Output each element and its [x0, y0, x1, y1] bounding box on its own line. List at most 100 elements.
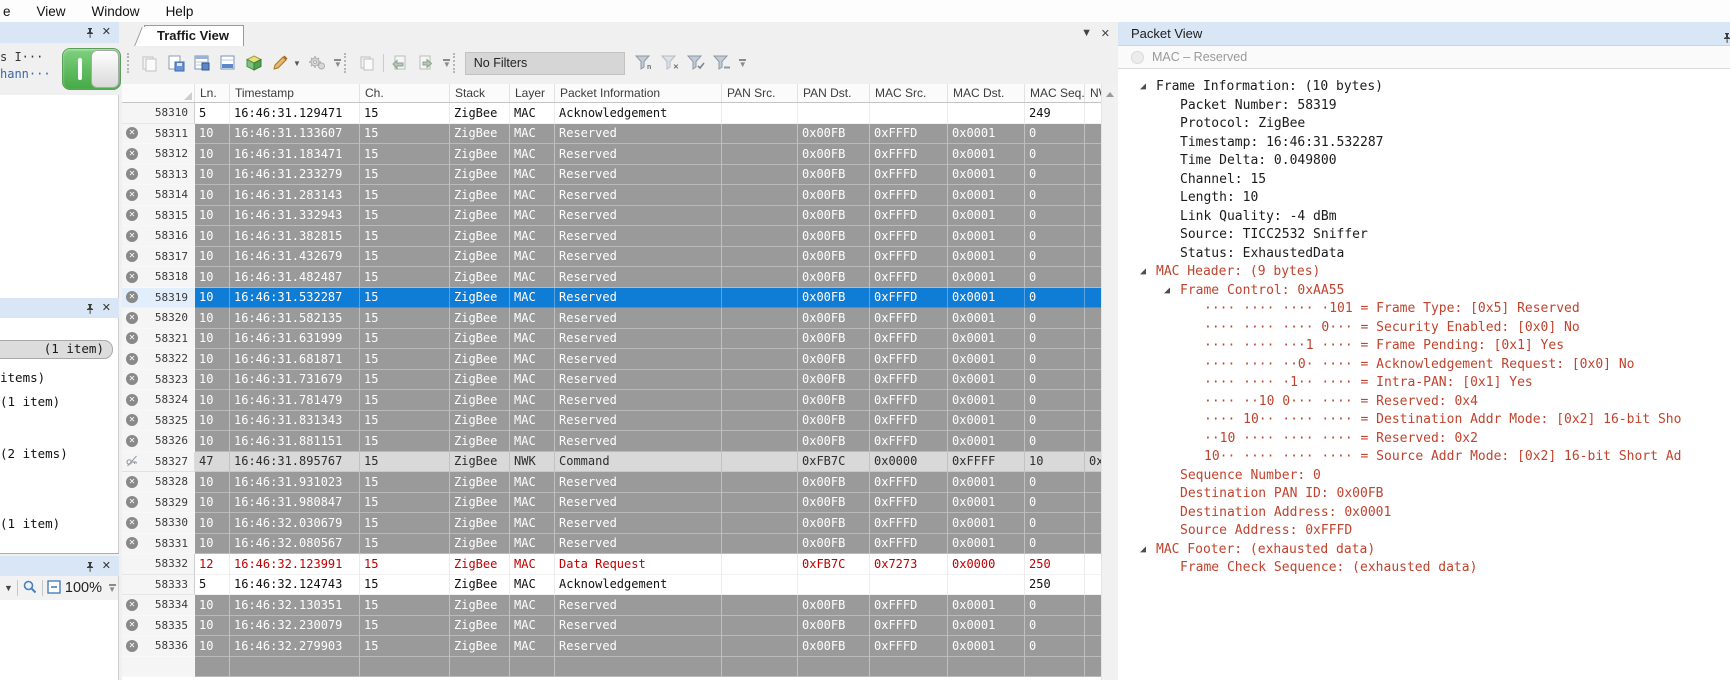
table-row[interactable]: ✕583261016:46:31.88115115ZigBeeMACReserv…	[122, 431, 1102, 452]
table-row[interactable]: ✕583281016:46:31.93102315ZigBeeMACReserv…	[122, 472, 1102, 493]
dropdown-arrow-icon[interactable]: ▼	[4, 583, 13, 593]
tree-item-badge[interactable]: (1 item)	[0, 340, 113, 359]
column-header-mac-dst[interactable]: MAC Dst.	[948, 84, 1025, 102]
tree-line[interactable]: Sequence Number: 0	[1118, 467, 1730, 486]
table-row[interactable]: ✕583301016:46:32.03067915ZigBeeMACReserv…	[122, 513, 1102, 534]
tree-line[interactable]: Protocol: ZigBee	[1118, 115, 1730, 134]
table-row[interactable]: ✕583131016:46:31.23327915ZigBeeMACReserv…	[122, 165, 1102, 186]
tree-item[interactable]: (1 item)	[0, 394, 60, 409]
filter-input[interactable]	[465, 52, 625, 75]
tree-line[interactable]: Status: ExhaustedData	[1118, 245, 1730, 264]
cube-3d-icon[interactable]	[242, 52, 266, 74]
column-header-stack[interactable]: Stack	[450, 84, 510, 102]
column-header-layer[interactable]: Layer	[510, 84, 555, 102]
filter-new-icon[interactable]: n	[632, 52, 656, 74]
tree-line[interactable]: ···· ···· ···· 0··· = Security Enabled: …	[1118, 319, 1730, 338]
table-row[interactable]: ✕583201016:46:31.58213515ZigBeeMACReserv…	[122, 308, 1102, 329]
tab-close-icon[interactable]: ✕	[1101, 27, 1110, 40]
table-row[interactable]: ✕583171016:46:31.43267915ZigBeeMACReserv…	[122, 247, 1102, 268]
toggle-knob[interactable]	[91, 50, 119, 88]
table-row[interactable]: ✕583251016:46:31.83134315ZigBeeMACReserv…	[122, 411, 1102, 432]
tree-line[interactable]: Destination Address: 0x0001	[1118, 504, 1730, 523]
gears-icon[interactable]	[305, 52, 329, 74]
close-icon[interactable]: ✕	[102, 25, 111, 39]
column-header-mac-src[interactable]: MAC Src.	[870, 84, 948, 102]
column-header-gutter[interactable]	[122, 84, 195, 102]
table-row[interactable]: ✕583151016:46:31.33294315ZigBeeMACReserv…	[122, 206, 1102, 227]
tree-item[interactable]: (1 item)	[0, 516, 60, 531]
table-row[interactable]: ✕583181016:46:31.48248715ZigBeeMACReserv…	[122, 267, 1102, 288]
table-row[interactable]: ✕583211016:46:31.63199915ZigBeeMACReserv…	[122, 329, 1102, 350]
tree-line[interactable]: Channel: 15	[1118, 171, 1730, 190]
menu-item-file[interactable]: e	[3, 4, 11, 19]
column-header-packet-information[interactable]: Packet Information	[555, 84, 722, 102]
table-row[interactable]: ✕583311016:46:32.08056715ZigBeeMACReserv…	[122, 534, 1102, 555]
tree-line[interactable]: Link Quality: -4 dBm	[1118, 208, 1730, 227]
tab-traffic-view[interactable]: Traffic View	[144, 25, 244, 46]
close-icon[interactable]: ✕	[102, 301, 111, 315]
tree-line[interactable]: ···· 10·· ···· ···· = Destination Addr M…	[1118, 411, 1730, 430]
menu-item-help[interactable]: Help	[166, 4, 194, 19]
menu-item-window[interactable]: Window	[92, 4, 140, 19]
device-table-icon[interactable]	[190, 52, 214, 74]
tree-line[interactable]: 10·· ···· ···· ···· = Source Addr Mode: …	[1118, 448, 1730, 467]
column-header-ch[interactable]: Ch.	[360, 84, 450, 102]
table-row[interactable]: ✕583341016:46:32.13035115ZigBeeMACReserv…	[122, 595, 1102, 616]
column-header-pan-src[interactable]: PAN Src.	[722, 84, 798, 102]
tree-item[interactable]: items)	[0, 370, 45, 385]
tree-line[interactable]: ◢Frame Control: 0xAA55	[1118, 282, 1730, 301]
toolbar-grip[interactable]	[127, 53, 133, 73]
table-row[interactable]: ✕583221016:46:31.68187115ZigBeeMACReserv…	[122, 349, 1102, 370]
column-header-ln[interactable]: Ln.	[195, 84, 230, 102]
toolbar-overflow-icon[interactable]: ▼	[443, 59, 451, 68]
tree-line[interactable]: ◢Frame Information: (10 bytes)	[1118, 78, 1730, 97]
table-row[interactable]: ✕583351016:46:32.23007915ZigBeeMACReserv…	[122, 616, 1102, 637]
tree-line[interactable]: ···· ··10 0··· ···· = Reserved: 0x4	[1118, 393, 1730, 412]
tree-line[interactable]: Frame Check Sequence: (exhausted data)	[1118, 559, 1730, 578]
tree-item[interactable]: (2 items)	[0, 446, 68, 461]
table-row[interactable]: ✕583161016:46:31.38281515ZigBeeMACReserv…	[122, 226, 1102, 247]
paintbrush-dropdown-icon[interactable]: ▼	[293, 59, 301, 68]
zoom-out-icon[interactable]	[47, 580, 61, 597]
menu-item-view[interactable]: View	[37, 4, 66, 19]
vertical-scrollbar[interactable]	[1101, 84, 1118, 680]
pin-icon[interactable]	[85, 27, 95, 42]
table-row[interactable]: 583274716:46:31.89576715ZigBeeNWKCommand…	[122, 452, 1102, 473]
tree-line[interactable]: Timestamp: 16:46:31.532287	[1118, 134, 1730, 153]
pin-icon[interactable]	[85, 303, 95, 318]
table-row[interactable]: ✕583141016:46:31.28314315ZigBeeMACReserv…	[122, 185, 1102, 206]
zoom-magnifier-icon[interactable]	[22, 579, 38, 598]
filter-disabled-icon[interactable]: ✕	[658, 52, 682, 74]
tree-line[interactable]: ◢MAC Footer: (exhausted data)	[1118, 541, 1730, 560]
table-row[interactable]: 58333516:46:32.12474315ZigBeeMACAcknowle…	[122, 575, 1102, 596]
tree-line[interactable]: ···· ···· ··0· ···· = Acknowledgement Re…	[1118, 356, 1730, 375]
toolbar-overflow-icon[interactable]: ▼	[334, 59, 342, 68]
tree-line[interactable]: ··10 ···· ···· ···· = Reserved: 0x2	[1118, 430, 1730, 449]
table-row[interactable]: ✕583231016:46:31.73167915ZigBeeMACReserv…	[122, 370, 1102, 391]
pin-icon[interactable]	[1722, 28, 1730, 51]
pin-icon[interactable]	[85, 561, 95, 576]
tree-line[interactable]: ···· ···· ···1 ···· = Frame Pending: [0x…	[1118, 337, 1730, 356]
tree-line[interactable]: Source: TICC2532 Sniffer	[1118, 226, 1730, 245]
tree-line[interactable]: Destination PAN ID: 0x00FB	[1118, 485, 1730, 504]
scroll-up-icon[interactable]	[1102, 87, 1118, 101]
table-row[interactable]: ✕583191016:46:31.53228715ZigBeeMACReserv…	[122, 288, 1102, 309]
filter-remove-icon[interactable]	[710, 52, 734, 74]
table-row[interactable]: 583321216:46:32.12399115ZigBeeMACData Re…	[122, 554, 1102, 575]
copy-icon[interactable]	[355, 52, 379, 74]
tree-line[interactable]: ···· ···· ···· ·101 = Frame Type: [0x5] …	[1118, 300, 1730, 319]
tree-line[interactable]: Packet Number: 58319	[1118, 97, 1730, 116]
toolbar-grip[interactable]	[453, 53, 459, 73]
table-row[interactable]: ✕583361016:46:32.27990315ZigBeeMACReserv…	[122, 636, 1102, 657]
column-header-nw[interactable]: NW	[1085, 84, 1102, 102]
capture-link-truncated[interactable]: hann···	[0, 67, 51, 81]
table-row[interactable]: ✕583111016:46:31.13360715ZigBeeMACReserv…	[122, 124, 1102, 145]
column-header-pan-dst[interactable]: PAN Dst.	[798, 84, 870, 102]
expand-icon[interactable]: ◢	[1140, 541, 1146, 560]
toolbar-grip[interactable]	[344, 53, 350, 73]
column-header-mac-seq[interactable]: MAC Seq.	[1025, 84, 1085, 102]
open-packets-icon[interactable]	[138, 52, 162, 74]
paintbrush-icon[interactable]	[268, 52, 292, 74]
table-row[interactable]: 58310516:46:31.12947115ZigBeeMACAcknowle…	[122, 103, 1102, 124]
close-icon[interactable]: ✕	[102, 559, 111, 573]
